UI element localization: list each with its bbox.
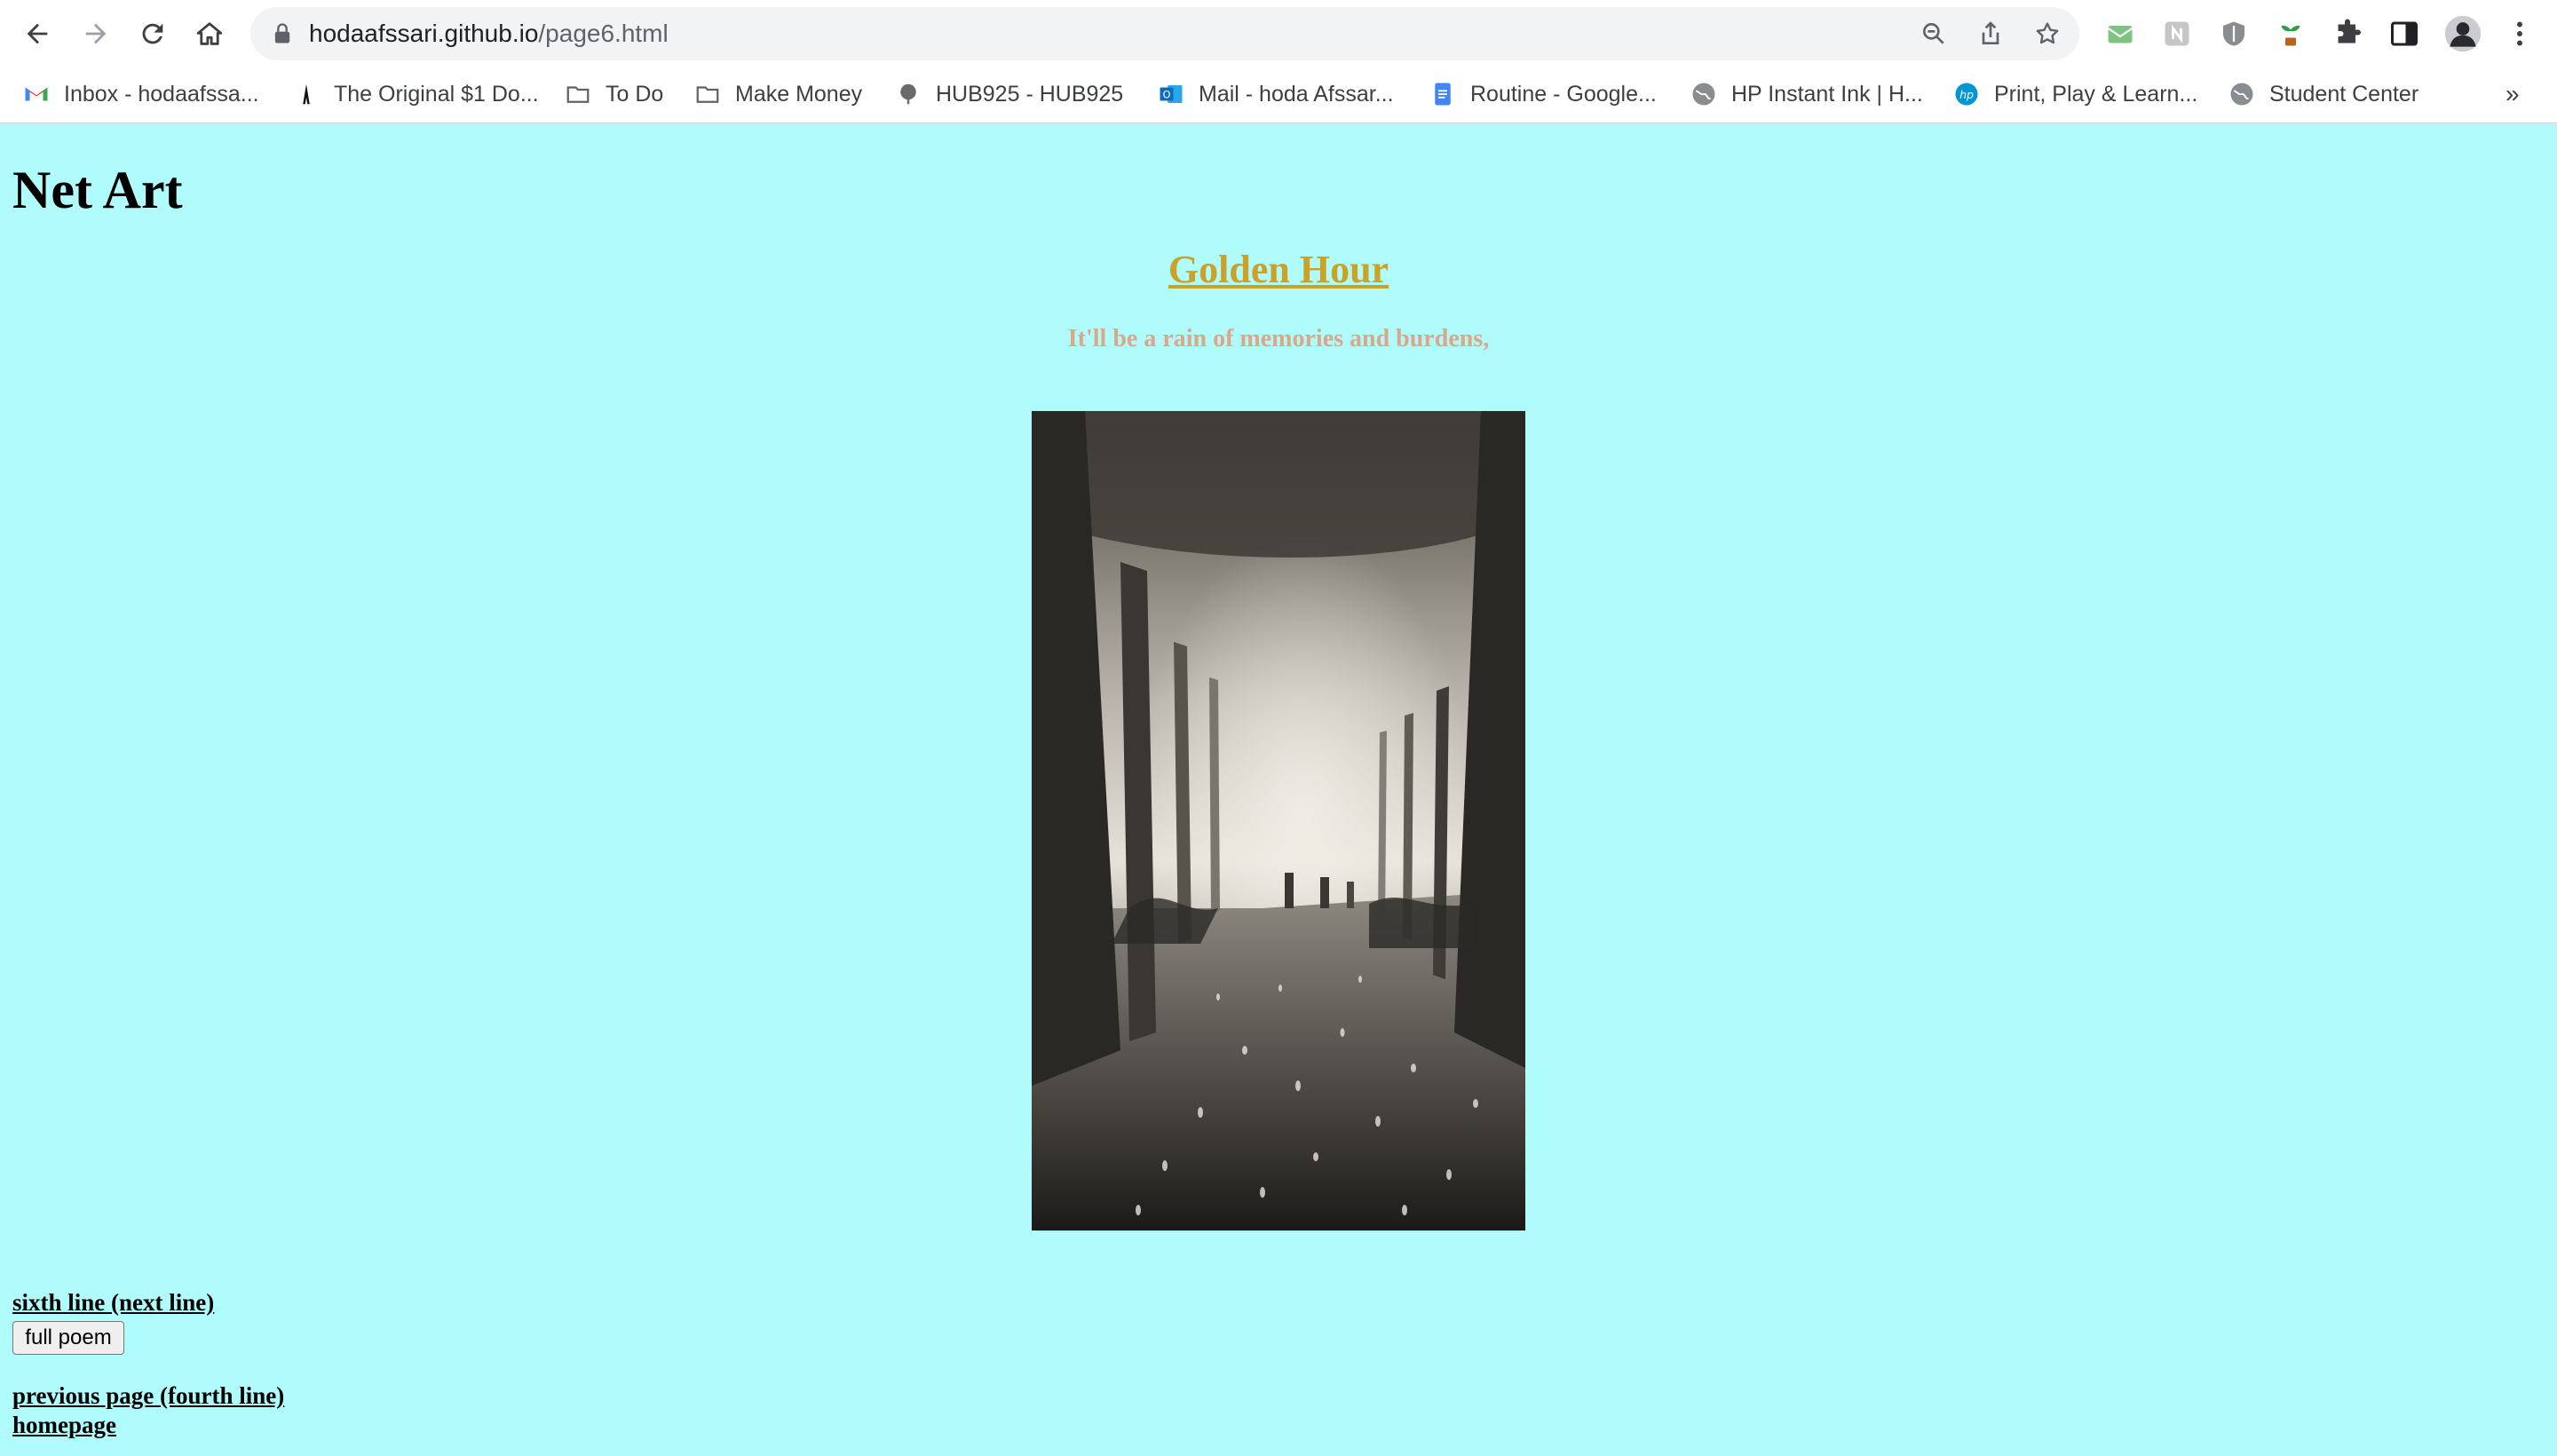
next-line-link[interactable]: sixth line (next line) — [12, 1289, 214, 1317]
extensions-puzzle-icon[interactable] — [2331, 18, 2363, 50]
poem-line: It'll be a rain of memories and burdens, — [1067, 325, 1490, 352]
shield-icon[interactable] — [2218, 18, 2250, 50]
zoom-icon[interactable] — [1920, 20, 1948, 48]
lock-icon — [274, 23, 290, 44]
bookmarks-bar: Inbox - hodaafssa... The Original $1 Do.… — [0, 71, 2557, 117]
bookmark-label: HP Instant Ink | H... — [1731, 81, 1923, 107]
bookmark-label: HUB925 - HUB925 — [936, 81, 1124, 107]
bookmark-label: To Do — [606, 81, 664, 107]
bookmark-label: Make Money — [735, 81, 863, 107]
rain-corridor-illustration — [1032, 411, 1525, 1230]
arrow-right-icon — [85, 23, 107, 44]
bookmark-item[interactable]: hp Print, Play & Learn... — [1953, 76, 2197, 112]
arrow-left-icon — [27, 23, 48, 44]
docs-icon — [1435, 83, 1451, 106]
site-icon — [303, 83, 310, 105]
bookmark-item[interactable]: HUB925 - HUB925 — [895, 76, 1123, 112]
poem-title-link[interactable]: Golden Hour — [0, 247, 2557, 292]
page-heading: Net Art — [12, 161, 183, 219]
url-host: hodaafssari.github.io — [309, 20, 539, 47]
avatar[interactable] — [2443, 14, 2482, 53]
bookmark-item[interactable]: To Do — [565, 76, 663, 112]
bookmark-item[interactable]: Student Center — [2228, 76, 2418, 112]
home-button[interactable] — [188, 12, 231, 55]
extension-gray-icon[interactable] — [2161, 18, 2193, 50]
url-path: /page6.html — [538, 20, 669, 47]
bookmark-item[interactable]: Routine - Google... — [1429, 76, 1657, 112]
page-content: Net Art Golden Hour It'll be a rain of m… — [0, 123, 2557, 1456]
home-icon — [196, 22, 223, 45]
bookmarks-overflow-button[interactable]: » — [2506, 76, 2520, 112]
back-button[interactable] — [16, 12, 59, 55]
url-text: hodaafssari.github.io/page6.html — [309, 20, 669, 48]
bookmark-label: Student Center — [2269, 81, 2419, 107]
plant-icon[interactable] — [2275, 18, 2307, 50]
globe-icon — [1692, 83, 1715, 106]
outlook-icon: O — [1160, 85, 1183, 103]
bookmark-item[interactable]: Inbox - hodaafssa... — [23, 76, 259, 112]
reload-icon — [142, 23, 163, 44]
bookmark-label: Routine - Google... — [1470, 81, 1657, 107]
address-bar[interactable]: hodaafssari.github.io/page6.html — [250, 7, 2079, 60]
svg-text:O: O — [1163, 89, 1171, 100]
side-panel-icon[interactable] — [2388, 18, 2420, 50]
site-icon — [900, 83, 916, 105]
reload-button[interactable] — [131, 12, 174, 55]
share-icon[interactable] — [1976, 20, 2005, 48]
full-poem-button[interactable]: full poem — [12, 1321, 124, 1355]
bookmark-label: Print, Play & Learn... — [1994, 81, 2198, 107]
hp-icon: hp — [1955, 83, 1978, 106]
bookmark-item[interactable]: O Mail - hoda Afssar... — [1158, 76, 1394, 112]
previous-page-link[interactable]: previous page (fourth line) — [12, 1382, 284, 1410]
browser-toolbar: hodaafssari.github.io/page6.html — [0, 0, 2557, 67]
bookmark-label: Inbox - hodaafssa... — [64, 81, 259, 107]
folder-icon — [696, 86, 719, 103]
extension-mail-icon[interactable] — [2104, 18, 2136, 50]
svg-text:hp: hp — [1959, 88, 1974, 101]
bookmark-label: Mail - hoda Afssar... — [1199, 81, 1394, 107]
homepage-link[interactable]: homepage — [12, 1412, 116, 1439]
forward-button[interactable] — [75, 12, 117, 55]
browser-chrome: hodaafssari.github.io/page6.html Inbox -… — [0, 0, 2557, 123]
bookmark-item[interactable]: HP Instant Ink | H... — [1690, 76, 1923, 112]
bookmark-item[interactable]: Make Money — [694, 76, 862, 112]
bookmark-item[interactable]: The Original $1 Do... — [293, 76, 539, 112]
rain-corridor-image — [1032, 411, 1525, 1230]
bookmark-star-icon[interactable] — [2033, 20, 2062, 48]
globe-icon — [2230, 83, 2253, 106]
bookmark-label: The Original $1 Do... — [334, 81, 539, 107]
menu-dots-icon[interactable] — [2504, 18, 2536, 50]
folder-icon — [566, 86, 590, 103]
gmail-icon — [25, 87, 48, 101]
